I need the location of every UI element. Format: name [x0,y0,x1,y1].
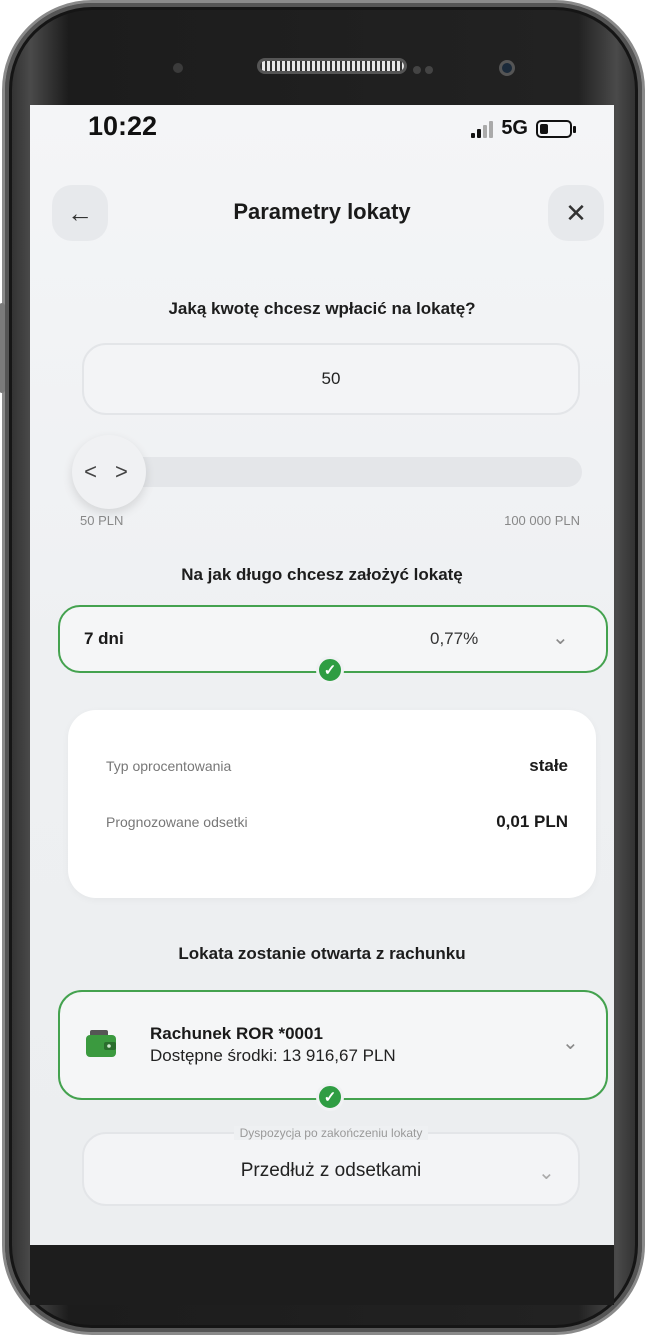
close-button[interactable]: ✕ [548,185,604,241]
phone-bottom-bezel [30,1245,614,1305]
battery-icon [536,119,576,138]
network-type: 5G [501,117,528,139]
front-camera [499,60,515,76]
disposition-label-wrap: Dyspozycja po zakończeniu lokaty [84,1124,578,1142]
status-time: 10:22 [88,111,158,141]
wallet-icon [86,1030,116,1057]
disposition-label: Dyspozycja po zakończeniu lokaty [233,1126,429,1140]
check-icon: ✓ [316,656,344,684]
amount-slider-track[interactable] [86,457,582,487]
front-sensor [173,63,183,73]
slider-max-label: 100 000 PLN [504,513,580,528]
phone-side-button [0,303,5,393]
disposition-value: Przedłuż z odsetkami [240,1160,422,1181]
term-rate: 0,77% [430,629,479,648]
account-question: Lokata zostanie otwarta z rachunku [178,944,466,963]
slider-min-label: 50 PLN [80,513,124,528]
interest-type-value: stałe [529,756,568,775]
forecast-interest-label: Prognozowane odsetki [106,814,248,830]
page-title: Parametry lokaty [233,199,411,224]
disposition-select[interactable]: Dyspozycja po zakończeniu lokaty Przedłu… [82,1126,580,1206]
amount-slider-handle[interactable]: < > [72,435,146,509]
chevron-down-icon: ⌄ [552,627,569,649]
check-icon: ✓ [316,1083,344,1111]
status-bar: 10:22 5G [30,105,614,157]
amount-question: Jaką kwotę chcesz wpłacić na lokatę? [168,299,476,318]
close-icon: ✕ [565,197,587,228]
app-screen: 10:22 5G ← Parametry lokaty ✕ Jaką kwotę… [30,105,614,1245]
sensor-dots [413,61,443,74]
amount-input[interactable]: 50 [82,343,580,415]
chevron-down-icon: ⌄ [562,1032,579,1054]
account-available-funds: Dostępne środki: 13 916,67 PLN [150,1046,396,1065]
signal-icon [471,120,494,138]
page-header: ← Parametry lokaty ✕ [30,185,614,245]
earpiece-speaker [257,58,407,74]
term-question: Na jak długo chcesz założyć lokatę [181,565,463,584]
account-name: Rachunek ROR *0001 [150,1024,323,1043]
interest-type-label: Typ oprocentowania [106,758,232,774]
forecast-interest-value: 0,01 PLN [496,812,568,831]
deposit-details-card: Typ oprocentowania stałe Prognozowane od… [68,710,596,898]
status-indicators: 5G [471,117,576,140]
chevron-down-icon: ⌄ [538,1162,555,1184]
term-value: 7 dni [84,629,124,648]
